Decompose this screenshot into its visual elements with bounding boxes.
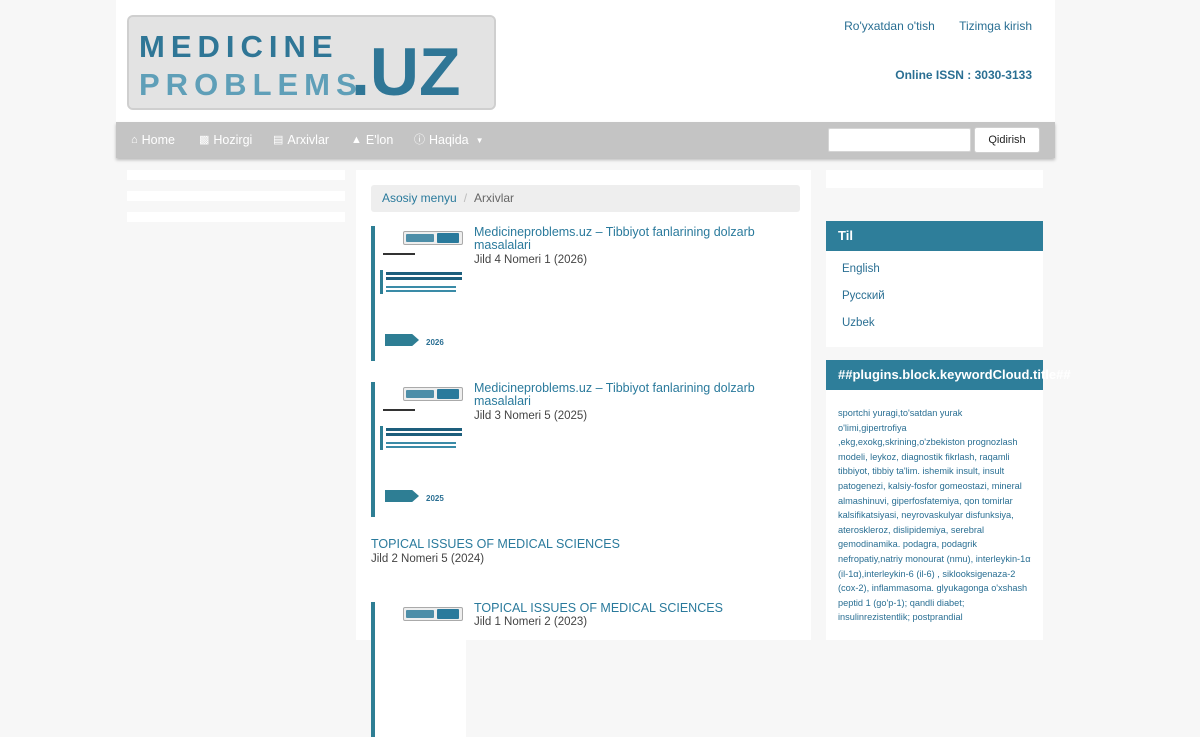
language-list: English Русский Uzbek <box>826 251 1043 329</box>
cover-title-lines <box>386 272 462 275</box>
bell-icon: ▲ <box>351 133 362 146</box>
cover-logo <box>403 231 463 245</box>
nav-home[interactable]: ⌂ Home <box>131 122 175 158</box>
keyword-cloud-block: ##plugins.block.keywordCloud.title## spo… <box>826 360 1071 640</box>
cover-logo <box>403 387 463 401</box>
cover-subtitle-lines <box>386 442 456 444</box>
issue-title[interactable]: TOPICAL ISSUES OF MEDICAL SCIENCES <box>371 538 771 551</box>
site-logo[interactable]: MEDICINE PROBLEMS .UZ <box>127 15 496 110</box>
info-icon: ⓘ <box>414 133 425 146</box>
keyword-cloud-title: ##plugins.block.keywordCloud.title## <box>826 360 1071 390</box>
issue-series: Jild 1 Nomeri 2 (2023) <box>474 616 588 628</box>
keyword-cloud[interactable]: sportchi yuragi,to'satdan yurak o'limi,g… <box>826 390 1043 625</box>
issn-label: Online ISSN : 3030-3133 <box>895 68 1032 82</box>
register-link[interactable]: Ro'yxatdan o'tish <box>844 19 935 33</box>
breadcrumb-separator: / <box>463 191 468 205</box>
language-block-title: Til <box>826 221 1043 251</box>
sidebar-placeholder <box>127 170 345 180</box>
page: MEDICINE PROBLEMS .UZ Ro'yxatdan o'tish … <box>116 0 1071 737</box>
issue-title[interactable]: TOPICAL ISSUES OF MEDICAL SCIENCES <box>474 602 794 615</box>
main-content: Asosiy menyu / Arxivlar 2026 Medicineprobl… <box>356 170 811 737</box>
nav-current-label: Hozirgi <box>213 132 253 147</box>
nav-about[interactable]: ⓘ Haqida ▼ <box>414 122 484 158</box>
cover-spine <box>371 602 375 737</box>
issue-cover[interactable] <box>371 602 466 737</box>
issue-series: Jild 4 Nomeri 1 (2026) <box>474 254 588 266</box>
cover-logo <box>403 607 463 621</box>
main-navbar: ⌂ Home ▩ Hozirgi ▤ Arxivlar ▲ E'lon ⓘ Ha… <box>116 122 1055 158</box>
nav-archives[interactable]: ▤ Arxivlar <box>273 122 329 158</box>
language-english[interactable]: English <box>842 263 1043 275</box>
breadcrumb-current: Arxivlar <box>474 191 515 205</box>
left-sidebar <box>127 170 345 233</box>
nav-home-label: Home <box>141 132 175 147</box>
archive-icon: ▤ <box>273 133 284 146</box>
breadcrumb-home[interactable]: Asosiy menyu <box>382 191 457 205</box>
cover-issn-line <box>383 409 415 411</box>
cover-title-lines <box>386 428 462 431</box>
cover-arrow <box>385 334 419 346</box>
nav-current[interactable]: ▩ Hozirgi <box>199 122 252 158</box>
cover-band <box>380 270 383 294</box>
cover-subtitle-lines <box>386 286 456 288</box>
sidebar-placeholder <box>127 212 345 222</box>
cover-year: 2025 <box>426 494 444 503</box>
right-sidebar: Til English Русский Uzbek ##plugins.bloc… <box>826 170 1071 640</box>
nav-announcements-label: E'lon <box>365 132 394 147</box>
breadcrumb: Asosiy menyu / Arxivlar <box>371 185 800 212</box>
site-header: MEDICINE PROBLEMS .UZ Ro'yxatdan o'tish … <box>116 0 1055 122</box>
cover-arrow <box>385 490 419 502</box>
language-uzbek[interactable]: Uzbek <box>842 317 1043 329</box>
issue-cover[interactable]: 2025 <box>371 382 466 517</box>
cover-band <box>380 426 383 450</box>
language-block: Til English Русский Uzbek <box>826 221 1043 347</box>
cover-issn-line <box>383 253 415 255</box>
nav-about-label: Haqida <box>429 132 469 147</box>
issue-title[interactable]: Medicineproblems.uz – Tibbiyot fanlarini… <box>474 382 794 408</box>
user-links: Ro'yxatdan o'tish Tizimga kirish <box>823 19 1032 33</box>
cover-spine <box>371 382 375 517</box>
issue-title[interactable]: Medicineproblems.uz – Tibbiyot fanlarini… <box>474 226 794 252</box>
logo-tld: .UZ <box>351 34 461 108</box>
chevron-down-icon: ▼ <box>475 135 484 145</box>
cover-year: 2026 <box>426 338 444 347</box>
cover-spine <box>371 226 375 361</box>
issue-series: Jild 3 Nomeri 5 (2025) <box>474 410 588 422</box>
login-link[interactable]: Tizimga kirish <box>959 19 1032 33</box>
home-icon: ⌂ <box>131 133 138 146</box>
language-russian[interactable]: Русский <box>842 290 1043 302</box>
logo-line1: MEDICINE <box>139 29 339 64</box>
sidebar-placeholder <box>826 170 1043 188</box>
search-input[interactable] <box>828 128 971 152</box>
logo-line2: PROBLEMS <box>139 67 363 102</box>
sidebar-placeholder <box>127 191 345 201</box>
issue-cover[interactable]: 2026 <box>371 226 466 361</box>
nav-archives-label: Arxivlar <box>287 132 330 147</box>
search-button[interactable]: Qidirish <box>974 127 1040 153</box>
nav-announcements[interactable]: ▲ E'lon <box>351 122 393 158</box>
book-icon: ▩ <box>199 133 210 146</box>
issue-series: Jild 2 Nomeri 5 (2024) <box>371 553 485 565</box>
